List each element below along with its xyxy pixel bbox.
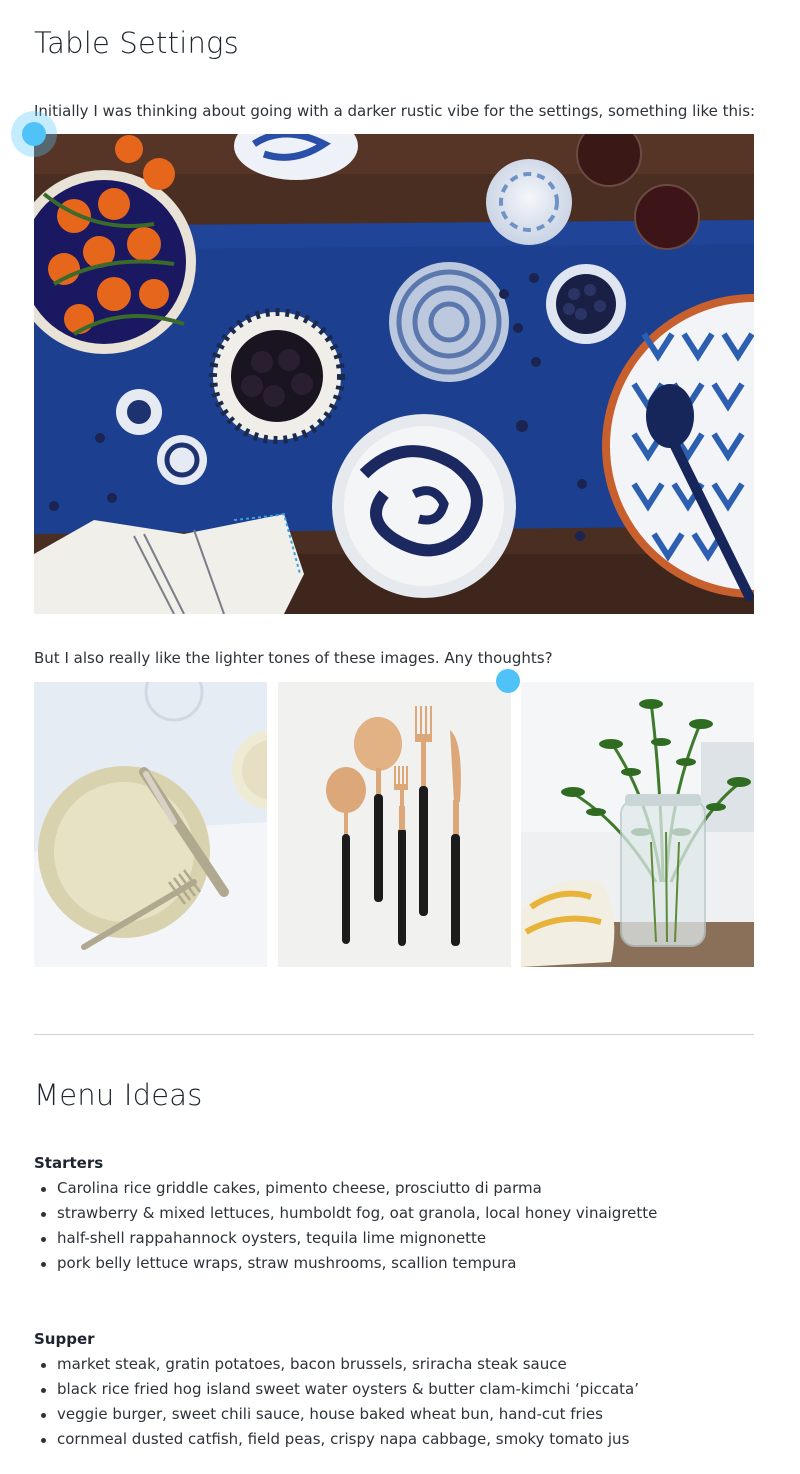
list-item: veggie burger, sweet chili sauce, house …: [41, 1402, 754, 1427]
intro-paragraph: Initially I was thinking about going wit…: [34, 102, 756, 120]
starters-heading: Starters: [34, 1154, 104, 1172]
table-settings-title: Table Settings: [34, 26, 239, 60]
herbs-illustration: [521, 682, 754, 967]
list-item: pork belly lettuce wraps, straw mushroom…: [41, 1251, 754, 1276]
list-item: Carolina rice griddle cakes, pimento che…: [41, 1176, 754, 1201]
supper-heading: Supper: [34, 1330, 95, 1348]
followup-paragraph: But I also really like the lighter tones…: [34, 649, 553, 667]
section-divider: [34, 1034, 754, 1035]
list-item: market steak, gratin potatoes, bacon bru…: [41, 1352, 754, 1377]
collaborator-cursor: [22, 122, 46, 146]
list-item: strawberry & mixed lettuces, humboldt fo…: [41, 1201, 754, 1226]
list-item: cornmeal dusted catfish, field peas, cri…: [41, 1427, 754, 1452]
herbs-jar-image[interactable]: [521, 682, 754, 967]
plate-illustration: [34, 682, 267, 967]
hero-table-illustration: [34, 134, 754, 614]
cutlery-illustration: [278, 682, 511, 967]
supper-list: market steak, gratin potatoes, bacon bru…: [34, 1352, 754, 1452]
list-item: black rice fried hog island sweet water …: [41, 1377, 754, 1402]
collaborator-cursor-secondary: [496, 669, 520, 693]
plate-cutlery-image[interactable]: [34, 682, 267, 967]
list-item: half-shell rappahannock oysters, tequila…: [41, 1226, 754, 1251]
hero-table-image[interactable]: [34, 134, 754, 614]
starters-list: Carolina rice griddle cakes, pimento che…: [34, 1176, 754, 1276]
gold-cutlery-image[interactable]: [278, 682, 511, 967]
menu-ideas-title: Menu Ideas: [34, 1078, 203, 1112]
